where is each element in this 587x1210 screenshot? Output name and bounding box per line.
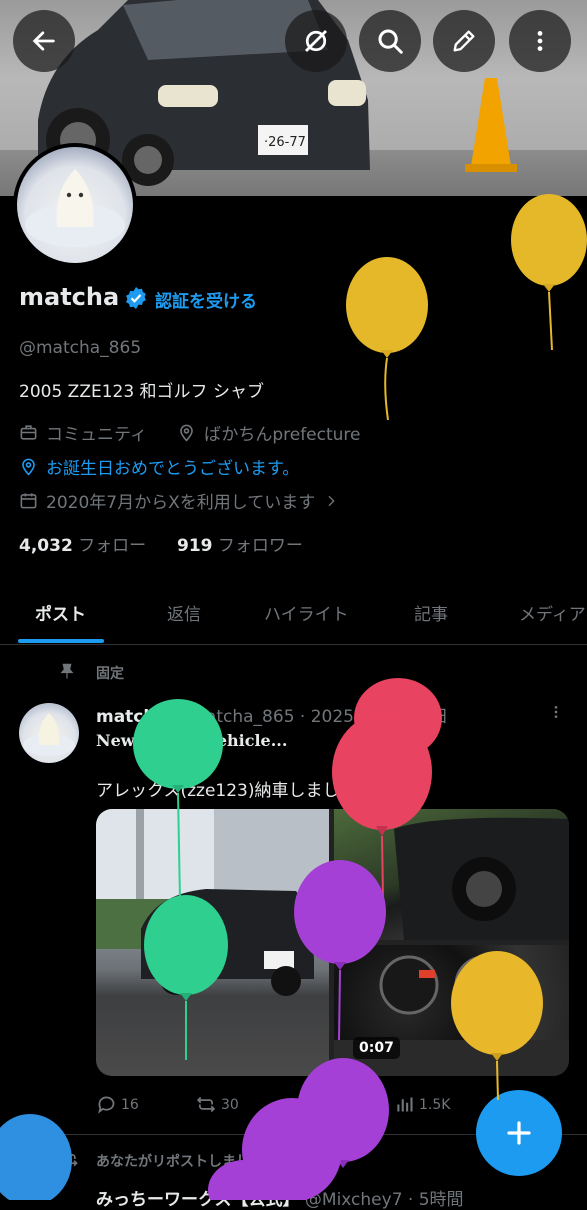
search-button[interactable] <box>359 10 421 72</box>
chevron-right-icon <box>328 495 335 506</box>
pin-icon <box>60 663 74 679</box>
followers-count: 919 <box>177 536 213 556</box>
views-icon <box>397 1097 413 1112</box>
balloon-icon <box>511 194 587 351</box>
media-photo-2[interactable] <box>334 809 569 940</box>
more-button[interactable] <box>509 10 571 72</box>
pinned-label: 固定 <box>96 666 124 682</box>
grok-button[interactable] <box>285 10 347 72</box>
edit-button[interactable] <box>433 10 495 72</box>
post-more-icon[interactable] <box>548 702 564 722</box>
profile-category-row: コミュニティ ばかちんprefecture <box>19 420 361 445</box>
profile-handle: @matcha_865 <box>19 338 142 358</box>
profile-location: ばかちんprefecture <box>203 425 361 445</box>
post-author[interactable]: matcha <box>96 707 167 727</box>
tab-articles[interactable]: 記事 <box>414 600 448 625</box>
plus-icon <box>507 1121 531 1145</box>
video-duration: 0:07 <box>353 1037 400 1059</box>
following-count: 4,032 <box>19 536 73 556</box>
following-label: フォロー <box>78 536 147 556</box>
svg-text:·26-77: ·26-77 <box>264 135 306 150</box>
repost-count: 30 <box>221 1096 239 1113</box>
next-post-header: みっちーワークス【公式】 @Mixchey7 · 5時間 <box>96 1185 464 1210</box>
calendar-icon <box>20 493 37 509</box>
repost-notice: あなたがリポストしました <box>96 1154 264 1170</box>
edit-icon <box>453 30 475 52</box>
follow-counts: 4,032 フォロー 919 フォロワー <box>19 531 303 556</box>
location-icon <box>180 424 193 442</box>
compose-button[interactable] <box>476 1090 562 1176</box>
affiliation-badge[interactable]: NewCenturyVehicle... <box>96 731 287 750</box>
more-icon <box>537 31 543 51</box>
grok-icon <box>305 30 327 52</box>
reply-count: 16 <box>121 1096 139 1113</box>
search-icon <box>378 29 403 54</box>
profile-birthday[interactable]: お誕生日おめでとうございます。 <box>46 454 299 479</box>
post-meta: @matcha_865 · 2025年07月25日 <box>172 707 449 727</box>
like-button[interactable]: 251 <box>298 1094 350 1115</box>
briefcase-icon <box>20 425 37 440</box>
post-text: アレックス(zze123)納車しました！ <box>96 781 374 801</box>
profile-avatar[interactable] <box>13 143 137 267</box>
repost-icon <box>196 1096 216 1113</box>
tab-posts[interactable]: ポスト <box>35 600 86 625</box>
views-count: 1.5K <box>419 1096 451 1113</box>
followers-label: フォロワー <box>217 536 303 556</box>
profile-bio: 2005 ZZE123 和ゴルフ シャブ <box>19 382 264 402</box>
tab-replies[interactable]: 返信 <box>167 600 201 625</box>
avatar-image <box>25 169 125 247</box>
followers-link[interactable]: 919 フォロワー <box>177 536 303 556</box>
profile-joined: 2020年7月からXを利用しています <box>46 493 316 513</box>
repost-button[interactable]: 30 <box>195 1094 239 1115</box>
profile-birthday-row: お誕生日おめでとうございます。 <box>19 454 299 479</box>
next-post-meta: @Mixchey7 · 5時間 <box>304 1190 464 1210</box>
heart-icon <box>300 1097 317 1113</box>
avatar-image <box>23 713 75 756</box>
traffic-cone <box>465 78 517 172</box>
profile-name: matcha <box>19 283 120 311</box>
tab-media[interactable]: メディア <box>519 600 586 625</box>
tab-highlights[interactable]: ハイライト <box>264 600 349 625</box>
reply-icon <box>98 1096 115 1114</box>
verified-badge-icon <box>126 287 146 309</box>
profile-category: コミュニティ <box>46 425 147 445</box>
post-media-grid[interactable]: 0:07 <box>96 809 569 1076</box>
balloon-icon <box>346 257 428 421</box>
profile-tabs: ポスト 返信 ハイライト 記事 メディア <box>0 586 587 645</box>
post-avatar[interactable] <box>19 703 79 763</box>
repost-icon <box>60 1151 78 1167</box>
profile-joined-row[interactable]: 2020年7月からXを利用しています <box>19 488 339 513</box>
next-post-author[interactable]: みっちーワークス【公式】 <box>96 1190 300 1210</box>
reply-button[interactable]: 16 <box>96 1094 139 1115</box>
media-photo-1[interactable] <box>96 809 329 1076</box>
back-button[interactable] <box>13 10 75 72</box>
active-tab-indicator <box>18 639 104 643</box>
get-verified-link[interactable]: 認証を受ける <box>155 287 257 312</box>
following-link[interactable]: 4,032 フォロー <box>19 536 146 556</box>
like-count: 251 <box>323 1096 350 1113</box>
location-icon <box>22 458 35 476</box>
views-button[interactable]: 1.5K <box>394 1094 450 1115</box>
post-header: matcha @matcha_865 · 2025年07月25日 <box>96 702 448 727</box>
back-icon <box>32 31 55 51</box>
